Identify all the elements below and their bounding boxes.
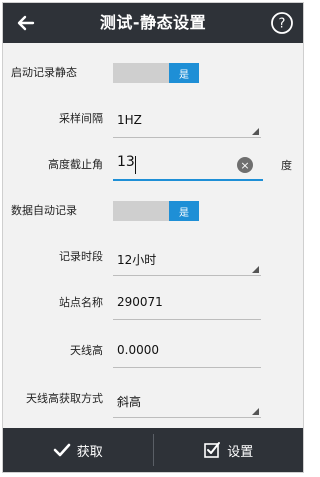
station-name-input[interactable]: 290071 (113, 289, 261, 320)
toggle-knob: 是 (169, 201, 199, 221)
station-name-value: 290071 (117, 295, 163, 309)
start-static-label: 启动记录静态 (11, 66, 77, 79)
dropdown-corner-icon (252, 128, 259, 135)
toggle-knob: 是 (169, 63, 199, 83)
auto-record-toggle[interactable]: 是 (113, 201, 199, 221)
antenna-height-value: 0.0000 (117, 343, 159, 357)
record-period-select[interactable]: 12小时 (113, 245, 261, 276)
sample-interval-value: 1HZ (117, 113, 142, 127)
antenna-height-input[interactable]: 0.0000 (113, 337, 261, 368)
row-sample-interval: 采样间隔 1HZ (3, 97, 303, 141)
footer-bar: 获取 设置 (3, 428, 303, 472)
get-button[interactable]: 获取 (3, 428, 153, 472)
antenna-method-label: 天线高获取方式 (26, 392, 103, 405)
page-title: 测试-静态设置 (99, 13, 207, 32)
question-circle-icon: ? (271, 12, 293, 34)
dropdown-corner-icon (252, 408, 259, 415)
header-bar: 测试-静态设置 ? (3, 3, 303, 43)
sample-interval-label: 采样间隔 (59, 112, 103, 125)
auto-record-label: 数据自动记录 (11, 204, 77, 217)
cutoff-angle-value: 13 (117, 154, 135, 170)
clear-icon[interactable]: × (237, 157, 253, 173)
start-static-toggle[interactable]: 是 (113, 63, 199, 83)
sample-interval-select[interactable]: 1HZ (113, 107, 261, 138)
antenna-method-value: 斜高 (117, 395, 142, 409)
set-button-label: 设置 (227, 444, 254, 460)
record-period-label: 记录时段 (59, 250, 103, 263)
app-frame: 测试-静态设置 ? 启动记录静态 是 采样间隔 1HZ 高度截止角 13 × 度 (2, 2, 304, 473)
cutoff-angle-label: 高度截止角 (48, 158, 103, 171)
row-station-name: 站点名称 290071 (3, 281, 303, 325)
help-button[interactable]: ? (269, 10, 295, 36)
record-period-value: 12小时 (117, 253, 157, 267)
checkmark-icon (53, 443, 71, 457)
antenna-method-select[interactable]: 斜高 (113, 387, 261, 418)
row-start-static: 启动记录静态 是 (3, 51, 303, 95)
text-cursor (135, 156, 136, 174)
get-button-label: 获取 (76, 444, 103, 460)
row-auto-record: 数据自动记录 是 (3, 189, 303, 233)
checkbox-checked-icon (204, 442, 221, 458)
dropdown-corner-icon (252, 266, 259, 273)
row-antenna-method: 天线高获取方式 斜高 (3, 377, 303, 421)
help-label: ? (279, 17, 286, 32)
row-cutoff-angle: 高度截止角 13 × 度 (3, 143, 303, 187)
set-button[interactable]: 设置 (154, 428, 304, 472)
row-record-period: 记录时段 12小时 (3, 235, 303, 279)
cutoff-angle-unit: 度 (281, 159, 292, 172)
station-name-label: 站点名称 (59, 296, 103, 309)
antenna-height-label: 天线高 (70, 344, 103, 357)
row-antenna-height: 天线高 0.0000 (3, 329, 303, 373)
